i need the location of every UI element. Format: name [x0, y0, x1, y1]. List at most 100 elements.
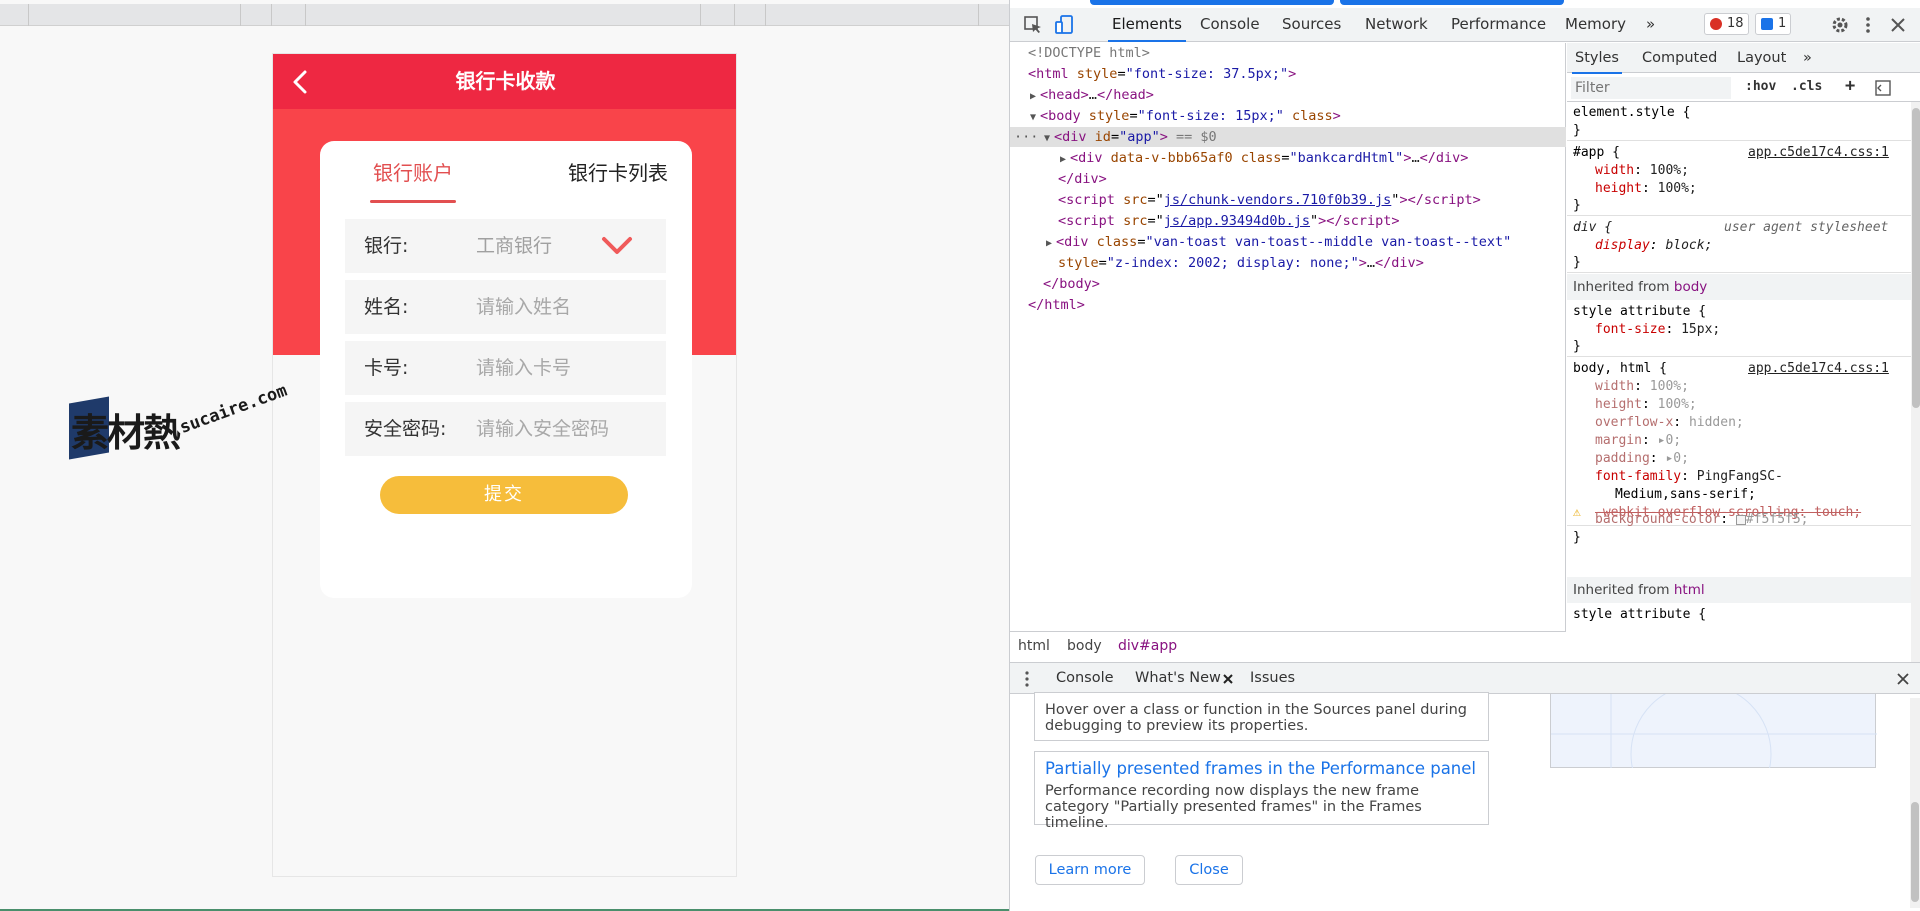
- breadcrumb-body[interactable]: body: [1067, 638, 1102, 654]
- sidebar-toggle-icon[interactable]: [1875, 80, 1891, 96]
- padding-decl[interactable]: padding: ▸0;: [1595, 450, 1689, 468]
- chevron-down-icon[interactable]: [600, 235, 634, 257]
- tab-bank-account[interactable]: 银行账户: [370, 151, 456, 203]
- app-rule-source-link[interactable]: app.c5de17c4.css:1: [1748, 144, 1889, 162]
- div-rule-close: }: [1573, 255, 1581, 270]
- overflow-decl[interactable]: overflow-x: hidden;: [1595, 414, 1744, 432]
- body-style-attr-rule[interactable]: style attribute { font-size: 15px; }: [1567, 301, 1911, 357]
- display-decl[interactable]: display: block;: [1595, 237, 1712, 255]
- close-icon[interactable]: [1888, 15, 1908, 35]
- bankcard-node[interactable]: ▶ <div data-v-bbb65af0 class="bankcardHtm…: [1060, 148, 1468, 168]
- selected-app-node[interactable]: ··· ▼ <div id="app"> == $0: [1010, 127, 1566, 147]
- tab-card-list[interactable]: 银行卡列表: [548, 151, 688, 203]
- div-ua-rule[interactable]: div { user agent stylesheet display: blo…: [1567, 217, 1911, 273]
- style-attr-close: }: [1573, 339, 1581, 354]
- bank-select-row[interactable]: 银行: 工商银行: [345, 219, 666, 273]
- close-button[interactable]: Close: [1175, 855, 1243, 885]
- html-style-attr-rule[interactable]: style attribute {: [1567, 604, 1911, 662]
- password-row: 安全密码:: [345, 402, 666, 456]
- name-input[interactable]: [476, 290, 646, 324]
- news-item-1-body: Hover over a class or function in the So…: [1045, 702, 1467, 718]
- submit-button[interactable]: 提交: [380, 476, 628, 514]
- style-attr-selector: style attribute {: [1573, 304, 1707, 319]
- script-vendors-node[interactable]: <script src="js/chunk-vendors.710f0b39.j…: [1058, 190, 1481, 210]
- tab-console[interactable]: Console: [1200, 8, 1260, 41]
- app-rule[interactable]: #app { app.c5de17c4.css:1 width: 100%; h…: [1567, 142, 1911, 216]
- app-selector: #app {: [1573, 145, 1620, 160]
- device-toggle-icon[interactable]: [1054, 15, 1074, 35]
- tab-layout[interactable]: Layout: [1737, 43, 1786, 73]
- message-count-badge[interactable]: 1: [1755, 13, 1792, 35]
- font-size-decl[interactable]: font-size: 15px;: [1595, 321, 1720, 339]
- tab-sources[interactable]: Sources: [1282, 8, 1341, 41]
- card-number-input[interactable]: [476, 351, 646, 385]
- error-count-badge[interactable]: 18: [1704, 13, 1749, 35]
- width-decl-2[interactable]: width: 100%;: [1595, 378, 1689, 396]
- body-html-selector: body, html {: [1573, 361, 1667, 376]
- drawer-menu-icon[interactable]: [1022, 670, 1032, 688]
- top-strip-2: [1340, 0, 1564, 5]
- password-input[interactable]: [476, 412, 646, 446]
- tab-elements[interactable]: Elements: [1108, 8, 1186, 42]
- body-html-rule[interactable]: body, html { app.c5de17c4.css:1 width: 1…: [1567, 358, 1911, 526]
- add-rule-button[interactable]: +: [1845, 76, 1855, 96]
- name-row: 姓名:: [345, 280, 666, 334]
- toast-node[interactable]: ▶ <div class="van-toast van-toast--middle…: [1046, 232, 1511, 252]
- inherited-html-link[interactable]: html: [1674, 582, 1705, 598]
- tab-network[interactable]: Network: [1365, 8, 1428, 41]
- styles-scroll-thumb[interactable]: [1912, 108, 1920, 408]
- width-decl[interactable]: width: 100%;: [1595, 162, 1689, 180]
- news-item-2-title[interactable]: Partially presented frames in the Perfor…: [1045, 758, 1478, 780]
- html-close-line[interactable]: </html>: [1028, 295, 1085, 315]
- drawer-tab-console[interactable]: Console: [1056, 663, 1114, 694]
- warning-icon: ⚠: [1573, 505, 1581, 520]
- devtools-panel: Elements Console Sources Network Perform…: [1009, 0, 1920, 911]
- breadcrumb-div-app[interactable]: div#app: [1118, 638, 1177, 654]
- body-html-source-link[interactable]: app.c5de17c4.css:1: [1748, 360, 1889, 378]
- styles-filter-input[interactable]: [1571, 77, 1731, 99]
- inherited-body-link[interactable]: body: [1674, 279, 1707, 295]
- drawer-tabbar: Console What's New Issues: [1010, 662, 1920, 695]
- head-node[interactable]: ▶ <head>…</head>: [1030, 85, 1154, 105]
- tab-performance[interactable]: Performance: [1451, 8, 1546, 41]
- top-strip: [1090, 0, 1334, 5]
- toast-node-cont[interactable]: style="z-index: 2002; display: none;">…<…: [1058, 253, 1424, 273]
- drawer-scroll-thumb[interactable]: [1911, 802, 1919, 902]
- kebab-menu-icon[interactable]: [1858, 15, 1878, 35]
- close-drawer-icon[interactable]: [1896, 672, 1910, 686]
- styles-scrollbar[interactable]: [1911, 102, 1920, 662]
- height-decl-2[interactable]: height: 100%;: [1595, 396, 1697, 414]
- watermark-en: sucaire.com: [177, 380, 290, 438]
- error-count: 18: [1727, 16, 1744, 31]
- tab-memory[interactable]: Memory: [1565, 8, 1626, 41]
- hov-toggle[interactable]: :hov: [1745, 79, 1776, 94]
- gear-icon[interactable]: [1830, 15, 1850, 35]
- tab-computed[interactable]: Computed: [1642, 43, 1717, 73]
- breadcrumb-html[interactable]: html: [1018, 638, 1050, 654]
- tab-styles[interactable]: Styles: [1572, 43, 1622, 74]
- div-close-line[interactable]: </div>: [1058, 169, 1107, 189]
- learn-more-button[interactable]: Learn more: [1035, 855, 1145, 885]
- more-tabs-button[interactable]: »: [1646, 8, 1655, 41]
- drawer-tab-issues[interactable]: Issues: [1250, 663, 1295, 694]
- doctype-line[interactable]: <!DOCTYPE html>: [1028, 43, 1150, 63]
- element-style-close: }: [1573, 123, 1581, 138]
- drawer-scrollbar[interactable]: [1910, 698, 1920, 908]
- element-style-rule[interactable]: element.style { }: [1567, 103, 1911, 141]
- html-node[interactable]: <html style="font-size: 37.5px;">: [1028, 64, 1296, 84]
- element-style-selector: element.style {: [1573, 105, 1691, 120]
- body-close-line[interactable]: </body>: [1043, 274, 1100, 294]
- bg-decl[interactable]: background-color: #f5f5f5;: [1595, 511, 1809, 529]
- drawer-tab-whats-new[interactable]: What's New: [1127, 663, 1241, 695]
- bank-select-value[interactable]: 工商银行: [476, 219, 552, 273]
- styles-more-tabs[interactable]: »: [1803, 43, 1812, 73]
- body-node[interactable]: ▼ <body style="font-size: 15px;" class>: [1030, 106, 1341, 126]
- app-rule-close: }: [1573, 198, 1581, 213]
- font-family-decl[interactable]: font-family: PingFangSC-: [1595, 468, 1783, 486]
- script-app-node[interactable]: <script src="js/app.93494d0b.js"></scrip…: [1058, 211, 1399, 231]
- height-decl[interactable]: height: 100%;: [1595, 180, 1697, 198]
- margin-decl[interactable]: margin: ▸0;: [1595, 432, 1681, 450]
- cls-toggle[interactable]: .cls: [1791, 79, 1822, 94]
- inspect-element-icon[interactable]: [1023, 15, 1043, 35]
- close-tab-icon[interactable]: [1222, 673, 1234, 685]
